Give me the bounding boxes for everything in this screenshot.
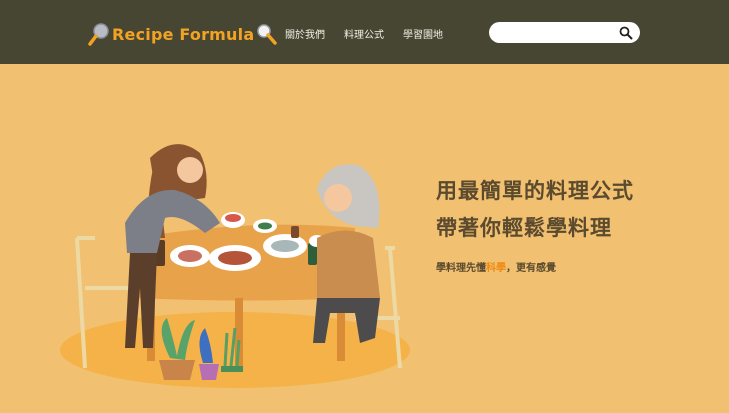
- main-nav: 關於我們 料理公式 學習園地: [285, 26, 443, 41]
- subtitle-suffix: ，更有感覺: [506, 263, 556, 274]
- headline-line-1: 用最簡單的料理公式: [436, 179, 634, 203]
- search-icon[interactable]: [619, 26, 633, 40]
- subtitle-highlight: 科學: [486, 263, 506, 274]
- magnifier-icon: [257, 24, 278, 45]
- logo-text: Recipe Formula: [112, 24, 255, 44]
- hero-headline: 用最簡單的料理公式 帶著你輕鬆學料理: [436, 173, 634, 247]
- logo[interactable]: Recipe Formula: [88, 20, 278, 48]
- hero-subtitle: 學料理先懂科學，更有感覺: [436, 259, 556, 274]
- nav-item-learning[interactable]: 學習園地: [403, 26, 443, 41]
- hero-illustration: [60, 144, 410, 388]
- site-header: Recipe Formula 關於我們 料理公式 學習園地: [0, 0, 729, 64]
- magnifier-icon: [88, 23, 109, 46]
- headline-line-2: 帶著你輕鬆學料理: [436, 216, 612, 240]
- search-box: [489, 22, 640, 43]
- nav-item-about[interactable]: 關於我們: [285, 26, 325, 41]
- subtitle-prefix: 學料理先懂: [436, 263, 486, 274]
- search-input[interactable]: [499, 24, 613, 42]
- nav-item-formula[interactable]: 料理公式: [344, 26, 384, 41]
